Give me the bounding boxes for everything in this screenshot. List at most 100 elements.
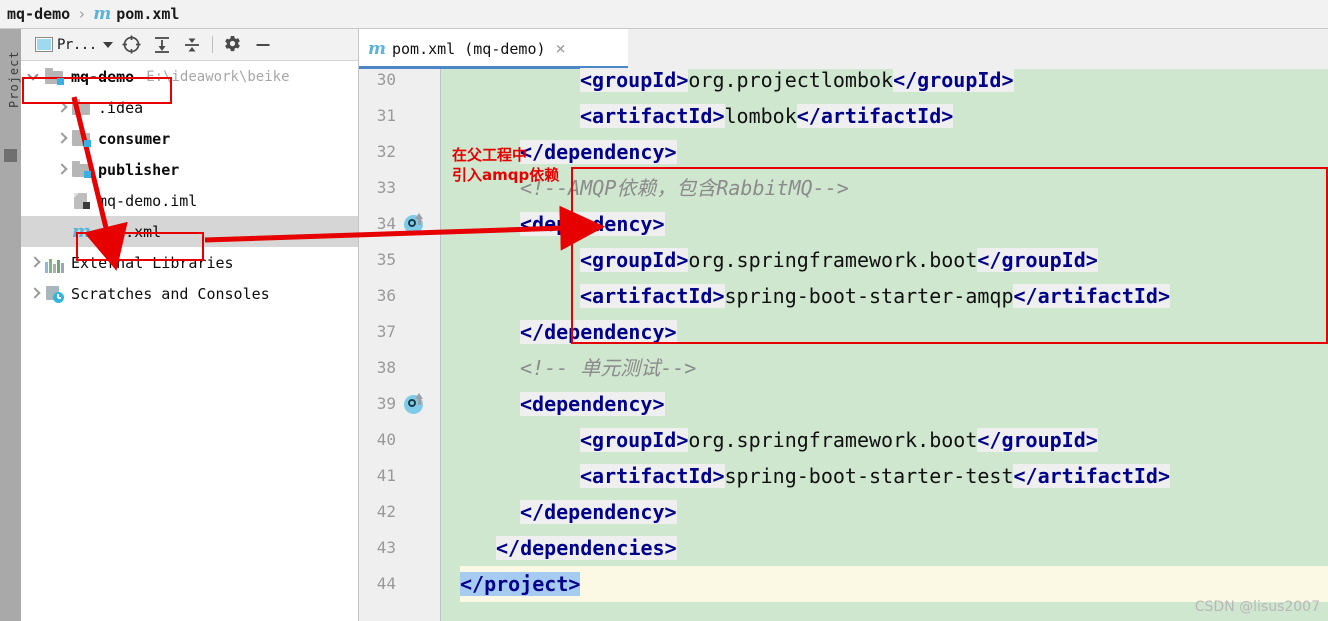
project-tree[interactable]: mq-demo E:\ideawork\beike .idea consumer pub… — [21, 61, 358, 621]
code-line[interactable]: </dependencies> — [496, 530, 677, 566]
code-line[interactable]: <artifactId>lombok</artifactId> — [580, 98, 954, 134]
collapse-all-icon[interactable] — [177, 32, 207, 58]
code-line[interactable]: </dependency> — [520, 134, 677, 170]
project-tool-window: Pr... mq-demo E:\ideawork\beike .idea co… — [21, 29, 359, 621]
libraries-icon — [45, 253, 64, 273]
breadcrumb-file[interactable]: m pom.xml — [93, 5, 179, 23]
tool-window-strip-label[interactable]: Project — [7, 28, 21, 108]
code-token-tag: </groupId> — [977, 428, 1098, 452]
tree-item-external-libraries[interactable]: External Libraries — [21, 247, 358, 278]
locate-icon[interactable] — [117, 32, 147, 58]
code-line[interactable]: <groupId>org.projectlombok</groupId> — [580, 62, 1014, 98]
tree-item-label: mq-demo.iml — [98, 191, 198, 210]
chevron-right-icon[interactable] — [56, 102, 67, 113]
code-token-tag: </groupId> — [893, 68, 1014, 92]
editor-area: m pom.xml (mq-demo) × 30 31 32 33 34 35 36 37 38… — [359, 29, 1328, 621]
line-number: 40 — [376, 430, 396, 449]
code-line[interactable]: <groupId>org.springframework.boot</group… — [580, 422, 1098, 458]
expand-all-icon[interactable] — [147, 32, 177, 58]
code-token-tag: </artifactId> — [1013, 464, 1171, 488]
chevron-right-icon[interactable] — [29, 257, 40, 268]
code-line[interactable]: <artifactId>spring-boot-starter-test</ar… — [580, 458, 1171, 494]
project-view-icon — [35, 37, 53, 52]
module-folder-icon — [72, 161, 91, 178]
line-number: 36 — [376, 286, 396, 305]
maven-file-icon: m — [72, 221, 92, 242]
code-line[interactable]: <artifactId>spring-boot-starter-amqp</ar… — [580, 278, 1171, 314]
code-token-tag: </artifactId> — [1013, 284, 1171, 308]
code-content[interactable]: <groupId>org.projectlombok</groupId> <art… — [460, 68, 1328, 621]
code-token-txt: org.projectlombok — [688, 68, 894, 92]
tree-item-idea[interactable]: .idea — [21, 92, 358, 123]
code-line[interactable]: <groupId>org.springframework.boot</group… — [580, 242, 1098, 278]
code-token-txt: lombok — [724, 104, 797, 128]
code-token-tag: <dependency> — [520, 212, 665, 236]
toolbar-divider — [211, 36, 213, 53]
folder-icon — [72, 99, 91, 116]
maven-file-icon: m — [368, 38, 386, 59]
code-line[interactable]: </project> — [460, 566, 1328, 602]
tree-item-consumer[interactable]: consumer — [21, 123, 358, 154]
code-line[interactable]: <dependency> — [520, 206, 665, 242]
code-token-tag: <groupId> — [580, 248, 689, 272]
tree-item-publisher[interactable]: publisher — [21, 154, 358, 185]
tree-item-scratches-and-consoles[interactable]: Scratches and Consoles — [21, 278, 358, 309]
code-folding-column[interactable] — [441, 69, 541, 621]
tool-window-strip: Project — [0, 29, 21, 621]
chevron-right-icon[interactable] — [56, 164, 67, 175]
maven-dependency-gutter-icon[interactable] — [404, 213, 426, 235]
code-token-tag: </dependency> — [520, 320, 677, 344]
tree-item-mq-demo[interactable]: mq-demo E:\ideawork\beike — [21, 61, 358, 92]
chevron-right-icon[interactable] — [56, 133, 67, 144]
breadcrumb-file-label: pom.xml — [116, 5, 180, 23]
tree-item-label: Scratches and Consoles — [71, 284, 270, 303]
code-line[interactable]: <dependency> — [520, 386, 665, 422]
chevron-right-icon[interactable] — [29, 288, 40, 299]
tree-item-pom-xml[interactable]: m pom.xml — [21, 216, 358, 247]
tool-window-strip-marker-icon — [4, 149, 17, 162]
line-number: 33 — [376, 178, 396, 197]
settings-gear-icon[interactable] — [218, 32, 248, 58]
idea-window: mq-demo › m pom.xml Project Pr... mq-dem… — [0, 0, 1328, 621]
code-token-tag: </groupId> — [977, 248, 1098, 272]
maven-dependency-gutter-icon[interactable] — [404, 393, 426, 415]
code-token-tag: </dependency> — [520, 140, 677, 164]
line-number: 35 — [376, 250, 396, 269]
code-line[interactable]: </dependency> — [520, 494, 677, 530]
tree-item-label: mq-demo — [71, 67, 135, 86]
code-token-tag: <groupId> — [580, 68, 689, 92]
hide-icon[interactable] — [248, 32, 278, 58]
code-line[interactable]: <!-- 单元测试--> — [520, 350, 696, 386]
line-number: 32 — [376, 142, 396, 161]
scratches-icon — [45, 285, 64, 303]
code-line[interactable]: <!--AMQP依赖，包含RabbitMQ--> — [520, 170, 849, 206]
chevron-down-icon[interactable] — [29, 71, 40, 82]
project-view-selector[interactable]: Pr... — [31, 32, 117, 58]
code-token-txt: org.springframework.boot — [688, 248, 978, 272]
code-token-tag: <artifactId> — [580, 104, 725, 128]
tree-item-label: consumer — [98, 129, 171, 148]
project-toolbar: Pr... — [21, 29, 358, 61]
watermark: CSDN @lisus2007 — [1194, 599, 1320, 615]
line-number: 31 — [376, 106, 396, 125]
close-icon[interactable]: × — [556, 40, 566, 58]
line-number: 34 — [376, 214, 396, 233]
code-token-tag: <artifactId> — [580, 284, 725, 308]
code-token-selbox: </project> — [460, 572, 581, 596]
line-number: 43 — [376, 538, 396, 557]
editor-gutter[interactable]: 30 31 32 33 34 35 36 37 38 39 40 41 42 43 44 — [359, 69, 440, 621]
tree-item-label: .idea — [98, 98, 144, 117]
breadcrumb-separator-icon: › — [77, 5, 87, 23]
tree-item-mq-demo-iml[interactable]: mq-demo.iml — [21, 185, 358, 216]
code-token-tag: </dependencies> — [496, 536, 677, 560]
module-folder-icon — [45, 68, 64, 85]
editor-tab-label: pom.xml (mq-demo) — [392, 40, 546, 58]
breadcrumb-project[interactable]: mq-demo — [7, 5, 70, 23]
code-token-txt: spring-boot-starter-test — [724, 464, 1014, 488]
code-line[interactable]: </dependency> — [520, 314, 677, 350]
tree-item-label: pom.xml — [98, 222, 162, 241]
module-folder-icon — [72, 130, 91, 147]
code-token-tag: </artifactId> — [796, 104, 954, 128]
